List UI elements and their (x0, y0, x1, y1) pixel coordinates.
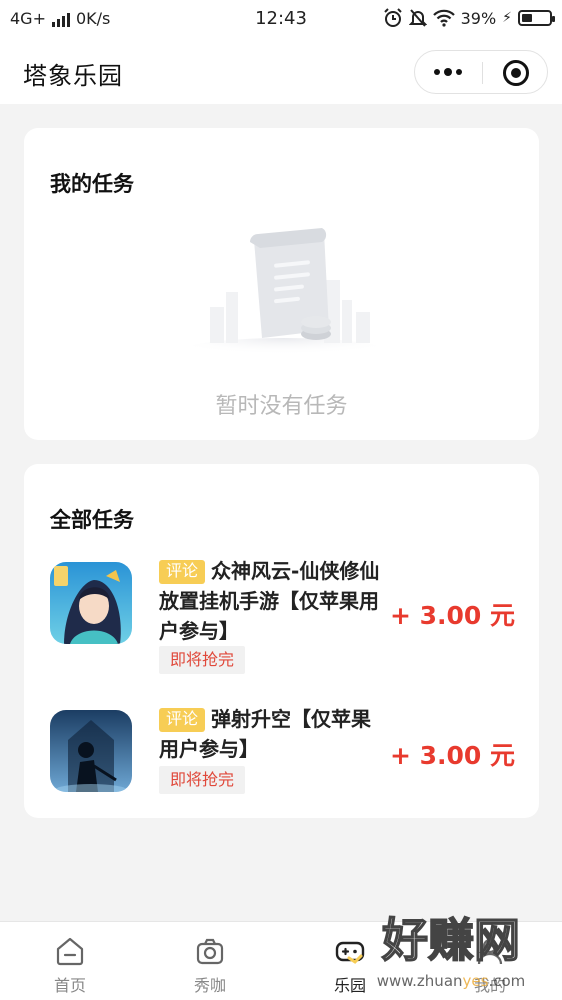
tab-label: 首页 (53, 976, 86, 995)
my-tasks-title: 我的任务 (50, 172, 134, 196)
battery-percent: 39% (460, 8, 497, 28)
task-status-badge: 即将抢完 (159, 646, 246, 674)
miniprogram-capsule (414, 50, 548, 94)
task-reward: + 3.00 元 (389, 601, 515, 630)
all-tasks-card: 全部任务 评论 众神风云-仙侠修仙放置挂机手游【仅苹果用户参与】 即将抢完 + 3… (24, 464, 539, 818)
game-icon-goddess (50, 562, 132, 644)
more-dot (456, 69, 462, 75)
more-dot (434, 69, 440, 75)
mute-bell-icon (408, 9, 427, 27)
tab-label: 秀咖 (193, 976, 226, 995)
home-icon (56, 937, 84, 966)
all-tasks-title: 全部任务 (50, 508, 134, 532)
page-title: 塔象乐园 (23, 62, 123, 90)
battery-icon (518, 10, 555, 26)
camera-icon (196, 938, 224, 965)
watermark-url-highlight: yes (463, 972, 489, 990)
battery-fill (522, 14, 532, 22)
task-status-badge: 即将抢完 (159, 766, 246, 794)
my-tasks-card: 我的任务 暂时没有任务 (24, 128, 539, 440)
task-item[interactable]: 评论 众神风云-仙侠修仙放置挂机手游【仅苹果用户参与】 即将抢完 + 3.00 元 (24, 556, 539, 676)
tab-home[interactable]: 首页 (20, 922, 120, 1000)
task-tag: 评论 (159, 708, 206, 732)
task-name: 评论 众神风云-仙侠修仙放置挂机手游【仅苹果用户参与】 (159, 556, 389, 646)
more-button[interactable] (415, 51, 481, 93)
status-bar: 4G+ 0K/s 12:43 39% ⚡ (0, 0, 562, 38)
watermark-url-prefix: www.zhuan (377, 972, 463, 990)
site-watermark: 好赚网 www.zhuanyes.com (377, 912, 526, 990)
empty-tasks-text: 暂时没有任务 (215, 394, 348, 419)
nav-bar: 塔象乐园 (0, 38, 562, 104)
watermark-url: www.zhuanyes.com (377, 972, 526, 990)
task-item[interactable]: 评论 弹射升空【仅苹果用户参与】 即将抢完 + 3.00 元 (24, 704, 539, 824)
task-name: 评论 弹射升空【仅苹果用户参与】 (159, 704, 389, 764)
wifi-icon (432, 9, 455, 27)
game-icon-silhouette (50, 710, 132, 792)
alarm-icon (383, 8, 402, 27)
task-reward: + 3.00 元 (389, 741, 515, 770)
watermark-title: 好赚网 (381, 913, 520, 967)
task-tag: 评论 (159, 560, 206, 584)
capsule-divider (482, 62, 483, 84)
empty-scroll-icon (179, 228, 389, 362)
more-dot (444, 68, 452, 76)
close-miniprogram-button[interactable] (503, 60, 529, 86)
tab-xiuka[interactable]: 秀咖 (160, 922, 260, 1000)
status-right: 39% ⚡ (383, 8, 555, 28)
charging-icon: ⚡ (502, 10, 512, 26)
watermark-url-suffix: .com (488, 972, 525, 990)
